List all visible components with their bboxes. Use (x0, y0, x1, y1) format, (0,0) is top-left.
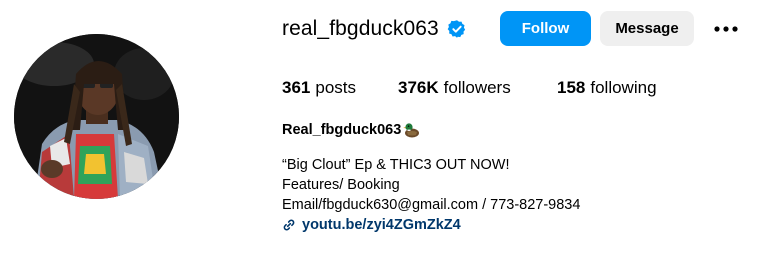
verified-badge-icon (447, 19, 467, 39)
following-count: 158 (557, 78, 586, 97)
bio-line: Email/fbgduck630@gmail.com / 773-827-983… (282, 197, 581, 213)
profile-username: real_fbgduck063 (282, 17, 439, 40)
duck-emoji-icon (403, 121, 421, 139)
bio-line: “Big Clout” Ep & THIC3 OUT NOW! (282, 157, 510, 173)
link-icon (282, 218, 296, 232)
profile-bio: “Big Clout” Ep & THIC3 OUT NOW! Features… (282, 155, 580, 235)
profile-full-name: Real_fbgduck063 (282, 121, 421, 139)
followers-label: followers (443, 78, 511, 97)
followers-count: 376K (398, 78, 439, 97)
posts-count: 361 (282, 78, 311, 97)
profile-header: real_fbgduck063 (282, 11, 467, 47)
bio-link-text: youtu.be/zyi4ZGmZkZ4 (302, 217, 461, 233)
stat-posts: 361 posts (282, 78, 398, 98)
bio-line: Features/ Booking (282, 177, 400, 193)
following-label: following (590, 78, 657, 97)
full-name-text: Real_fbgduck063 (282, 122, 402, 138)
profile-stats: 361 posts 376K followers 158 following (282, 78, 657, 98)
stat-followers[interactable]: 376K followers (398, 78, 557, 98)
posts-label: posts (315, 78, 357, 97)
avatar-photo (14, 34, 179, 199)
message-button[interactable]: Message (600, 11, 694, 46)
more-options-icon[interactable] (710, 18, 742, 40)
stat-following[interactable]: 158 following (557, 78, 657, 98)
profile-avatar[interactable] (14, 34, 179, 199)
follow-button[interactable]: Follow (500, 11, 591, 46)
bio-link[interactable]: youtu.be/zyi4ZGmZkZ4 (282, 215, 580, 235)
